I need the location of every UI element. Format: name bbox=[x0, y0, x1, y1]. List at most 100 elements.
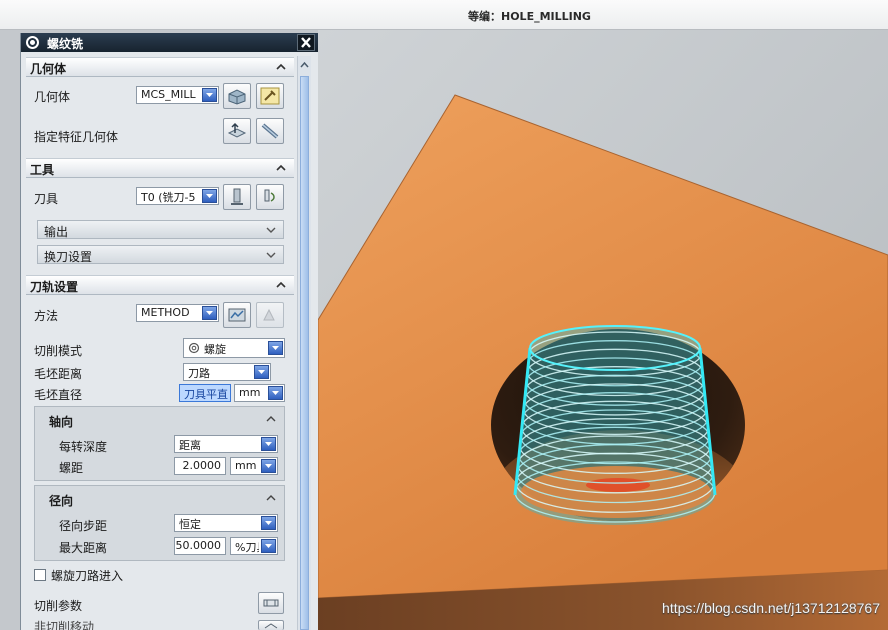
dialog-title-bar[interactable]: 螺纹铣 bbox=[21, 33, 318, 52]
chevron-up-icon[interactable] bbox=[264, 492, 278, 504]
blank-distance-select[interactable]: 刀路 bbox=[183, 363, 271, 381]
geometry-display-button[interactable] bbox=[223, 83, 251, 109]
geometry-edit-button[interactable] bbox=[256, 83, 284, 109]
dropdown-arrow-icon[interactable] bbox=[261, 516, 276, 530]
method-edit-button[interactable] bbox=[223, 302, 251, 328]
non-cut-moves-label: 非切削移动 bbox=[34, 620, 95, 630]
max-distance-unit: %刀具 bbox=[235, 541, 259, 554]
feature-geometry-label: 指定特征几何体 bbox=[34, 130, 119, 144]
method-select-value: METHOD bbox=[141, 306, 190, 319]
spiral-pattern-icon bbox=[188, 342, 200, 354]
tool-select[interactable]: T0 (铣刀-5 bbox=[136, 187, 219, 205]
pitch-unit-select[interactable]: mm bbox=[230, 457, 278, 475]
feature-select-button[interactable] bbox=[223, 118, 251, 144]
pitch-value: 2.0000 bbox=[182, 459, 222, 472]
radial-step-select[interactable]: 恒定 bbox=[174, 514, 278, 532]
chevron-up-icon[interactable] bbox=[274, 162, 288, 174]
max-distance-unit-select[interactable]: %刀具 bbox=[230, 537, 278, 555]
cut-params-button[interactable] bbox=[258, 592, 284, 614]
blank-diameter-label: 毛坯直径 bbox=[34, 388, 83, 402]
radial-group-title: 径向 bbox=[49, 494, 74, 508]
max-distance-label: 最大距离 bbox=[59, 541, 108, 555]
chevron-down-icon[interactable] bbox=[264, 224, 278, 236]
dialog-scrollbar[interactable] bbox=[297, 56, 311, 630]
max-distance-input[interactable]: 50.0000 bbox=[174, 537, 226, 555]
feature-select-icon bbox=[227, 122, 247, 138]
chevron-up-icon[interactable] bbox=[274, 61, 288, 73]
pitch-input[interactable]: 2.0000 bbox=[174, 457, 226, 475]
tool-select-value: T0 (铣刀-5 bbox=[141, 191, 196, 204]
dropdown-arrow-icon[interactable] bbox=[268, 386, 283, 400]
radial-group: 径向 径向步距 恒定 最大距离 50.0000 %刀具 bbox=[34, 485, 285, 561]
graphics-viewport[interactable] bbox=[318, 30, 888, 630]
dropdown-arrow-icon[interactable] bbox=[261, 539, 276, 553]
watermark-text: https://blog.csdn.net/j13712128767 bbox=[662, 600, 880, 616]
chevron-up-icon[interactable] bbox=[274, 279, 288, 291]
non-cut-icon bbox=[264, 623, 278, 629]
chevron-up-icon[interactable] bbox=[264, 413, 278, 425]
section-geometry-header[interactable]: 几何体 bbox=[26, 57, 294, 77]
blank-diameter-value: 刀具平直 bbox=[184, 388, 228, 401]
tool-display-button[interactable] bbox=[256, 184, 284, 210]
chevron-down-icon[interactable] bbox=[264, 249, 278, 261]
method-select[interactable]: METHOD bbox=[136, 304, 219, 322]
axial-group: 轴向 每转深度 距离 螺距 2.0000 mm bbox=[34, 406, 285, 481]
pitch-label: 螺距 bbox=[59, 461, 84, 475]
tool-change-group[interactable]: 换刀设置 bbox=[37, 245, 284, 264]
graphics-window-title-bar: 等编：HOLE_MILLING bbox=[0, 0, 888, 30]
dropdown-arrow-icon[interactable] bbox=[202, 306, 217, 320]
max-distance-value: 50.0000 bbox=[175, 539, 222, 552]
geometry-label: 几何体 bbox=[34, 90, 71, 104]
output-group[interactable]: 输出 bbox=[37, 220, 284, 239]
operation-status-text: 等编：HOLE_MILLING bbox=[468, 10, 591, 23]
geometry-display-icon bbox=[228, 89, 246, 105]
geometry-select-value: MCS_MILL bbox=[141, 88, 196, 101]
method-display-icon bbox=[263, 308, 275, 321]
section-geometry-title: 几何体 bbox=[30, 62, 67, 76]
depth-per-turn-value: 距离 bbox=[179, 439, 201, 452]
blank-distance-label: 毛坯距离 bbox=[34, 367, 83, 381]
tool-change-group-title: 换刀设置 bbox=[44, 250, 93, 264]
cut-params-icon bbox=[263, 599, 279, 607]
geometry-select[interactable]: MCS_MILL bbox=[136, 86, 219, 104]
depth-per-turn-select[interactable]: 距离 bbox=[174, 435, 278, 453]
cut-pattern-select[interactable]: 螺旋 bbox=[183, 338, 285, 358]
cut-pattern-value: 螺旋 bbox=[204, 343, 226, 356]
radial-step-label: 径向步距 bbox=[59, 519, 108, 533]
helical-entry-checkbox[interactable] bbox=[34, 569, 46, 581]
dropdown-arrow-icon[interactable] bbox=[254, 365, 269, 379]
feature-display-icon bbox=[261, 123, 279, 139]
close-icon bbox=[301, 37, 311, 48]
tool-label: 刀具 bbox=[34, 192, 59, 206]
scroll-up-icon[interactable] bbox=[298, 58, 311, 72]
blank-diameter-unit: mm bbox=[239, 386, 261, 399]
section-tool-title: 工具 bbox=[30, 163, 55, 177]
section-path-settings-header[interactable]: 刀轨设置 bbox=[26, 275, 294, 295]
dropdown-arrow-icon[interactable] bbox=[261, 437, 276, 451]
scrollbar-thumb[interactable] bbox=[300, 76, 309, 630]
method-display-button[interactable] bbox=[256, 302, 284, 328]
cut-params-label: 切削参数 bbox=[34, 599, 83, 613]
tool-edit-button[interactable] bbox=[223, 184, 251, 210]
gear-icon[interactable] bbox=[25, 35, 40, 50]
hole-floor-center bbox=[586, 478, 650, 492]
dropdown-arrow-icon[interactable] bbox=[261, 459, 276, 473]
tool-display-icon bbox=[264, 189, 275, 202]
geometry-edit-icon bbox=[260, 87, 280, 105]
dialog-title: 螺纹铣 bbox=[47, 37, 84, 51]
section-tool-header[interactable]: 工具 bbox=[26, 158, 294, 178]
close-button[interactable] bbox=[297, 34, 315, 51]
feature-display-button[interactable] bbox=[256, 118, 284, 144]
blank-diameter-input[interactable]: 刀具平直 bbox=[179, 384, 231, 402]
method-edit-icon bbox=[228, 308, 246, 322]
axial-group-title: 轴向 bbox=[49, 415, 74, 429]
radial-step-value: 恒定 bbox=[179, 518, 201, 531]
non-cut-moves-button[interactable] bbox=[258, 620, 284, 630]
blank-diameter-unit-select[interactable]: mm bbox=[234, 384, 285, 402]
tool-edit-icon bbox=[231, 188, 243, 205]
dropdown-arrow-icon[interactable] bbox=[268, 341, 283, 355]
dropdown-arrow-icon[interactable] bbox=[202, 88, 217, 102]
dropdown-arrow-icon[interactable] bbox=[202, 189, 217, 203]
thread-milling-dialog: 螺纹铣 几何体 几何体 MCS_MILL 指定特征几何体 工具 刀具 T0 (铣… bbox=[20, 33, 318, 630]
section-path-settings-title: 刀轨设置 bbox=[30, 280, 79, 294]
